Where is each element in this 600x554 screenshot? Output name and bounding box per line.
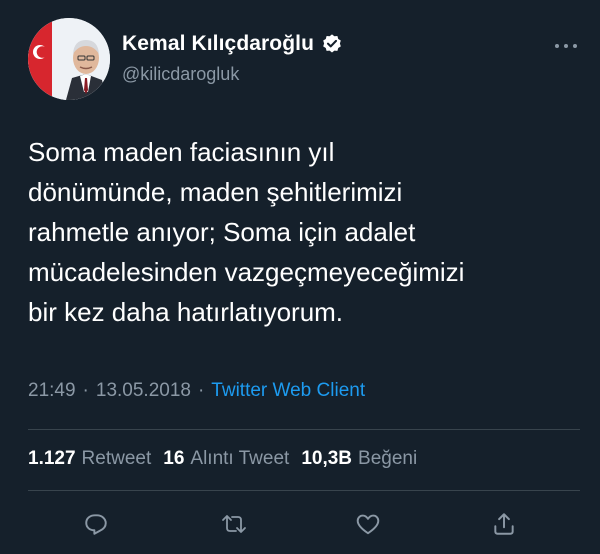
author-name[interactable]: Kemal Kılıçdaroğlu <box>122 32 314 56</box>
share-icon <box>494 513 514 535</box>
heart-icon <box>356 514 380 535</box>
retweet-count[interactable]: 1.127 <box>28 448 76 470</box>
reply-icon <box>85 514 107 535</box>
divider <box>28 490 580 491</box>
tweet-header: Kemal Kılıçdaroğlu @kilicdarogluk <box>28 18 580 102</box>
like-label[interactable]: Beğeni <box>358 448 417 470</box>
retweet-icon <box>222 515 246 533</box>
divider <box>28 429 580 430</box>
meta-separator: · <box>197 380 205 401</box>
verified-badge-icon <box>321 33 343 55</box>
author-handle[interactable]: @kilicdarogluk <box>122 64 239 85</box>
tweet-text: Soma maden faciasının yıl dönümünde, mad… <box>28 137 465 327</box>
more-options-icon[interactable] <box>552 38 580 48</box>
retweet-button[interactable] <box>214 504 254 544</box>
like-count[interactable]: 10,3B <box>301 448 352 470</box>
tweet-meta: 21:49 · 13.05.2018 · Twitter Web Client <box>28 380 365 402</box>
meta-separator: · <box>82 380 89 401</box>
avatar[interactable] <box>28 18 110 100</box>
tweet-date[interactable]: 13.05.2018 <box>96 380 191 402</box>
tweet-time[interactable]: 21:49 <box>28 380 76 402</box>
reply-button[interactable] <box>76 504 116 544</box>
tweet-client-link[interactable]: Twitter Web Client <box>211 380 365 402</box>
tweet-card: Kemal Kılıçdaroğlu @kilicdarogluk Soma m… <box>0 0 600 554</box>
like-button[interactable] <box>348 504 388 544</box>
retweet-label[interactable]: Retweet <box>82 448 152 470</box>
share-button[interactable] <box>484 504 524 544</box>
quote-count[interactable]: 16 <box>163 448 184 470</box>
tweet-stats: 1.127 Retweet 16 Alıntı Tweet 10,3B Beğe… <box>28 448 429 470</box>
avatar-image <box>28 18 110 100</box>
author-name-row: Kemal Kılıçdaroğlu <box>122 32 343 56</box>
quote-label[interactable]: Alıntı Tweet <box>190 448 289 470</box>
action-bar <box>28 504 580 544</box>
